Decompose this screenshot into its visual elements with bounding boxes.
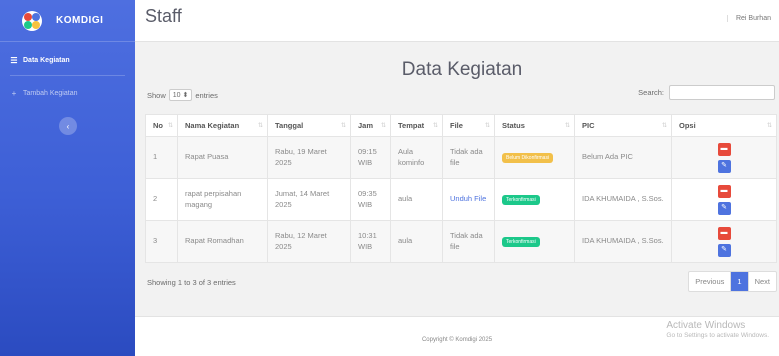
cell-opsi: ▬ ✎ <box>671 178 777 221</box>
plus-icon: + <box>11 88 17 98</box>
column-header-tanggal[interactable]: Tanggal ⇅ <box>267 114 351 137</box>
column-header-nama-kegiatan[interactable]: Nama Kegiatan ⇅ <box>177 114 268 137</box>
sidebar-item-data-kegiatan[interactable]: ☰ Data Kegiatan <box>0 45 135 75</box>
trash-icon: ▬ <box>720 187 728 195</box>
cell-no: 2 <box>145 178 178 221</box>
table-controls: Show 10 ⬍ entries Search: <box>145 85 779 107</box>
sidebar-brand[interactable]: KOMDIGI <box>0 0 135 42</box>
delete-button[interactable]: ▬ <box>717 142 731 156</box>
cell-status: Terkonfirmasi <box>494 220 575 263</box>
sidebar: KOMDIGI ☰ Data Kegiatan + Tambah Kegiata… <box>0 0 135 356</box>
sort-icon: ⇅ <box>766 123 772 129</box>
cell-nama-kegiatan: Rapat Romadhan <box>177 220 268 263</box>
user-menu[interactable]: Rei Burhan <box>726 15 771 22</box>
sort-icon: ⇅ <box>432 123 438 129</box>
sidebar-item-tambah-kegiatan[interactable]: + Tambah Kegiatan <box>0 78 135 108</box>
cell-tanggal: Rabu, 12 Maret 2025 <box>267 220 351 263</box>
list-icon: ☰ <box>10 55 18 65</box>
chevron-left-icon: ‹ <box>66 121 70 131</box>
column-header-tempat[interactable]: Tempat ⇅ <box>390 114 443 137</box>
column-header-opsi[interactable]: Opsi ⇅ <box>671 114 777 137</box>
sort-icon: ⇅ <box>380 123 386 129</box>
previous-page-button[interactable]: Previous <box>689 272 730 291</box>
entries-label: entries <box>195 90 218 100</box>
edit-button[interactable]: ✎ <box>717 201 731 215</box>
main-content: Data Kegiatan Show 10 ⬍ entries Search: … <box>145 52 779 314</box>
column-header-status[interactable]: Status ⇅ <box>494 114 575 137</box>
search-box: Search: <box>638 85 775 100</box>
cell-status: Belum Dikonfirmasi <box>494 136 575 179</box>
cell-tempat: aula <box>390 220 443 263</box>
sort-icon: ⇅ <box>564 123 570 129</box>
sidebar-item-label: Data Kegiatan <box>23 56 70 64</box>
page-title: Staff <box>145 6 182 26</box>
status-badge: Terkonfirmasi <box>502 194 540 206</box>
next-page-button[interactable]: Next <box>747 272 776 291</box>
topbar: Staff Rei Burhan <box>135 0 779 42</box>
search-input[interactable] <box>669 85 775 100</box>
cell-pic: Belum Ada PIC <box>574 136 672 179</box>
trash-icon: ▬ <box>720 229 728 237</box>
table-row: 3 Rapat Romadhan Rabu, 12 Maret 2025 10:… <box>145 220 777 263</box>
komdigi-logo-icon <box>22 10 42 31</box>
cell-tempat: aula <box>390 178 443 221</box>
cell-pic: IDA KHUMAIDA , S.Sos. <box>574 220 672 263</box>
show-label: Show <box>147 90 166 100</box>
table-row: 1 Rapat Puasa Rabu, 19 Maret 2025 09:15 … <box>145 136 777 179</box>
table-footer: Showing 1 to 3 of 3 entries Previous 1 N… <box>145 269 779 295</box>
cell-no: 3 <box>145 220 178 263</box>
sort-icon: ⇅ <box>167 123 173 129</box>
edit-button[interactable]: ✎ <box>717 243 731 257</box>
sort-icon: ⇅ <box>484 123 490 129</box>
status-badge: Terkonfirmasi <box>502 236 540 248</box>
column-header-jam[interactable]: Jam ⇅ <box>350 114 391 137</box>
delete-button[interactable]: ▬ <box>717 226 731 240</box>
sort-icon: ⇅ <box>661 123 667 129</box>
entries-select[interactable]: 10 ⬍ <box>168 89 193 101</box>
cell-status: Terkonfirmasi <box>494 178 575 221</box>
download-file-link[interactable]: Unduh File <box>450 194 486 203</box>
cell-jam: 09:15 WIB <box>350 136 391 179</box>
column-header-pic[interactable]: PIC ⇅ <box>574 114 672 137</box>
cell-nama-kegiatan: Rapat Puasa <box>177 136 268 179</box>
cell-pic: IDA KHUMAIDA , S.Sos. <box>574 178 672 221</box>
cell-no: 1 <box>145 136 178 179</box>
content-heading: Data Kegiatan <box>401 59 523 80</box>
trash-icon: ▬ <box>720 145 728 153</box>
activate-windows-watermark: Activate Windows Go to Settings to activ… <box>666 320 769 339</box>
cell-file: Tidak ada file <box>442 136 495 179</box>
cell-opsi: ▬ ✎ <box>671 220 777 263</box>
pagination: Previous 1 Next <box>688 271 777 292</box>
sidebar-toggle-button[interactable]: ‹ <box>59 117 77 135</box>
sort-icon: ⇅ <box>257 123 263 129</box>
cell-tempat: Aula kominfo <box>390 136 443 179</box>
delete-button[interactable]: ▬ <box>717 184 731 198</box>
sort-icon: ⇅ <box>340 123 346 129</box>
show-entries: Show 10 ⬍ entries <box>147 89 218 101</box>
edit-button[interactable]: ✎ <box>717 159 731 173</box>
cell-tanggal: Jumat, 14 Maret 2025 <box>267 178 351 221</box>
kegiatan-table: No ⇅ Nama Kegiatan ⇅ Tanggal ⇅ Jam ⇅ Tempat ⇅… <box>145 114 777 263</box>
edit-icon: ✎ <box>721 204 727 212</box>
edit-icon: ✎ <box>721 246 727 254</box>
cell-opsi: ▬ ✎ <box>671 136 777 179</box>
table-info: Showing 1 to 3 of 3 entries <box>147 278 236 287</box>
cell-tanggal: Rabu, 19 Maret 2025 <box>267 136 351 179</box>
page-footer: Copyright © Komdigi 2025 Activate Window… <box>135 316 779 356</box>
edit-icon: ✎ <box>721 162 727 170</box>
cell-file: Unduh File <box>442 178 495 221</box>
brand-name: KOMDIGI <box>56 15 104 26</box>
cell-nama-kegiatan: rapat perpisahan magang <box>177 178 268 221</box>
cell-jam: 09:35 WIB <box>350 178 391 221</box>
cell-jam: 10:31 WIB <box>350 220 391 263</box>
table-row: 2 rapat perpisahan magang Jumat, 14 Mare… <box>145 178 777 221</box>
search-label: Search: <box>638 88 664 97</box>
sidebar-divider <box>10 75 125 76</box>
cell-file: Tidak ada file <box>442 220 495 263</box>
status-badge: Belum Dikonfirmasi <box>502 152 554 164</box>
column-header-file[interactable]: File ⇅ <box>442 114 495 137</box>
page-1-button[interactable]: 1 <box>730 272 748 291</box>
sidebar-item-label: Tambah Kegiatan <box>23 89 78 97</box>
column-header-no[interactable]: No ⇅ <box>145 114 178 137</box>
